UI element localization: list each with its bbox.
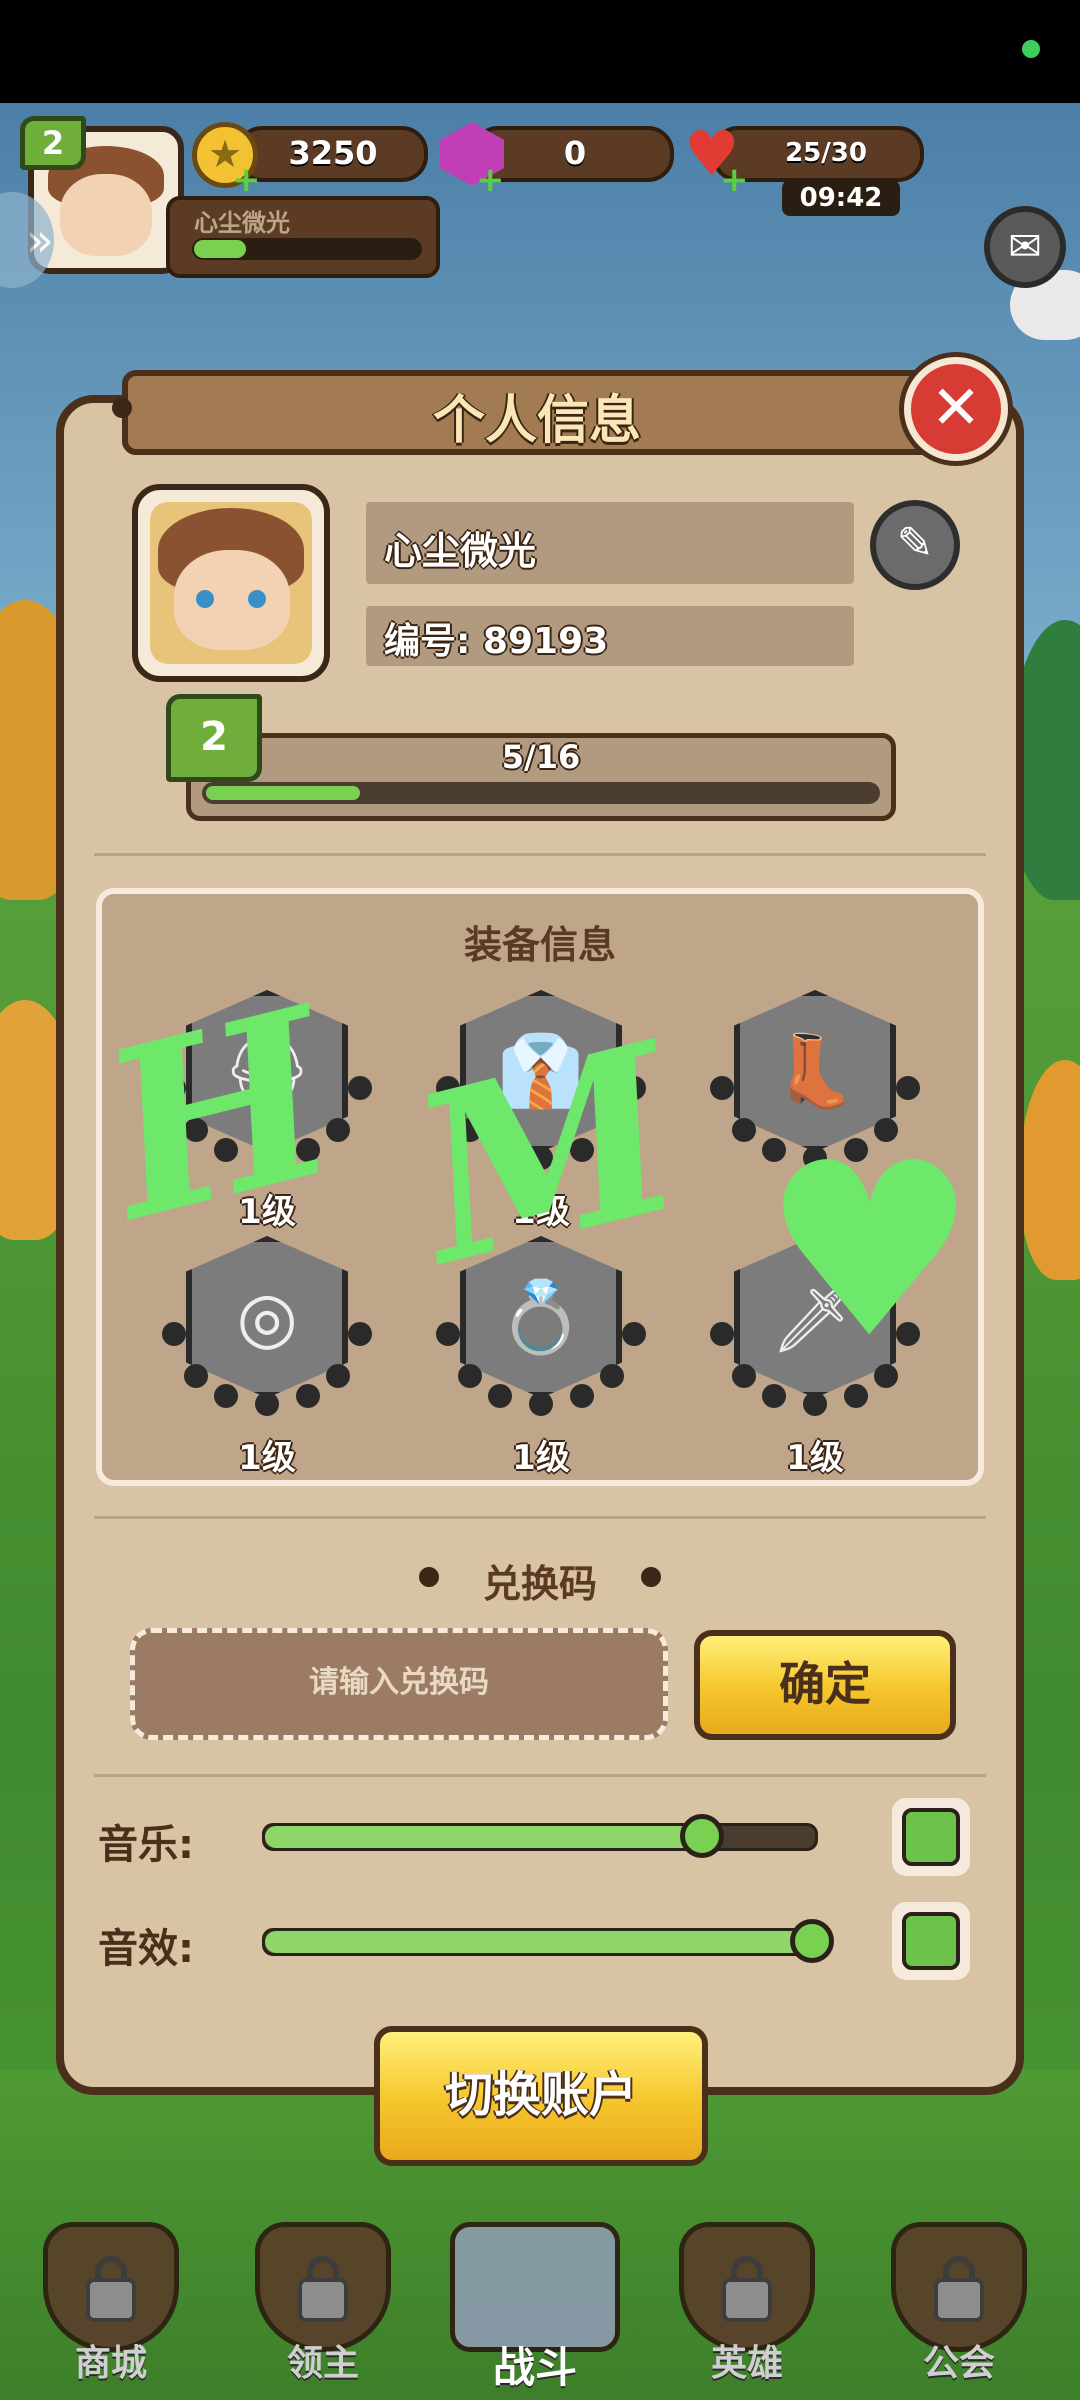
nav-label: 公会 [922, 2343, 995, 2384]
confirm-button[interactable]: 确定 [694, 1630, 956, 1740]
side-menu-arrow-icon[interactable]: » [0, 192, 54, 288]
add-energy-icon[interactable]: + [720, 160, 749, 200]
slot-bead [184, 1364, 208, 1388]
sfx-label: 音效: [98, 1926, 194, 1972]
sfx-slider-track[interactable] [262, 1928, 818, 1956]
gem-value: 0 [563, 134, 587, 172]
avatar-face [60, 174, 152, 256]
title-rivet [112, 398, 132, 418]
sfx-toggle-check [902, 1912, 960, 1970]
music-label: 音乐: [98, 1822, 194, 1868]
lock-icon [298, 2278, 348, 2322]
slot-bead [458, 1364, 482, 1388]
slot-bead [326, 1364, 350, 1388]
energy-value: 25/30 [785, 138, 867, 168]
slot-bead [529, 1392, 553, 1416]
profile-xp-fill [206, 786, 360, 800]
nav-item[interactable]: 公会 [884, 2216, 1034, 2384]
nav-item[interactable]: 商城 [36, 2216, 186, 2384]
nav-item[interactable]: 英雄 [672, 2216, 822, 2384]
divider-top [94, 853, 986, 856]
necklace-icon: ◎ [236, 1276, 298, 1358]
avatar-face [174, 550, 290, 650]
slot-bead [436, 1322, 460, 1346]
hud-level-badge: 2 [20, 116, 86, 170]
status-indicator [1022, 40, 1040, 58]
slot-bead [710, 1322, 734, 1346]
sfx-slider-fill [265, 1931, 815, 1953]
switch-account-button[interactable]: 切换账户 [374, 2026, 708, 2166]
nav-item[interactable]: 战斗 [450, 2216, 620, 2392]
hud-xp-track [192, 238, 422, 260]
slot-bead [622, 1322, 646, 1346]
equipment-slot-level: 1级 [786, 1438, 844, 1478]
add-gem-icon[interactable]: + [476, 160, 505, 200]
slot-bead [296, 1384, 320, 1408]
sfx-toggle[interactable] [892, 1902, 970, 1980]
lock-icon [722, 2278, 772, 2322]
hud-player-name: 心尘微光 [194, 209, 290, 237]
profile-name: 心尘微光 [384, 529, 537, 573]
nav-label: 英雄 [710, 2343, 783, 2384]
divider-middle [94, 1516, 986, 1519]
nav-label: 领主 [286, 2343, 359, 2384]
profile-xp-text: 5/16 [501, 738, 581, 776]
nav-item[interactable]: 领主 [248, 2216, 398, 2384]
sfx-slider-knob[interactable] [790, 1919, 834, 1963]
mail-icon[interactable]: ✉ [984, 206, 1066, 288]
slot-bead [348, 1076, 372, 1100]
slot-bead [710, 1076, 734, 1100]
lock-icon [86, 2278, 136, 2322]
add-gold-icon[interactable]: + [232, 160, 261, 200]
redeem-rivet-right [638, 1564, 664, 1590]
hud-xp-fill [194, 240, 246, 258]
music-slider-track[interactable] [262, 1823, 818, 1851]
status-bar [0, 0, 1080, 103]
watermark-heart-icon: ♥ [762, 1109, 978, 1391]
energy-timer: 09:42 [782, 180, 900, 216]
watermark-letter-m: M [391, 993, 704, 1317]
music-slider-fill [265, 1826, 705, 1848]
slot-bead [162, 1322, 186, 1346]
music-toggle-check [902, 1808, 960, 1866]
divider-bottom [94, 1774, 986, 1777]
music-slider-knob[interactable] [680, 1814, 724, 1858]
edit-name-button[interactable]: ✎ [870, 500, 960, 590]
close-button[interactable]: ✕ [904, 357, 1008, 461]
slot-bead [214, 1384, 238, 1408]
slot-bead [732, 1364, 756, 1388]
slot-bead [570, 1384, 594, 1408]
slot-bead [803, 1392, 827, 1416]
dialog-title: 个人信息 [432, 391, 641, 451]
slot-bead [255, 1392, 279, 1416]
equipment-slot-level: 1级 [238, 1438, 296, 1478]
music-toggle[interactable] [892, 1798, 970, 1876]
profile-id: 编号: 89193 [384, 621, 609, 662]
nav-label: 战斗 [492, 2343, 577, 2392]
profile-avatar[interactable] [132, 484, 330, 682]
lock-icon [934, 2278, 984, 2322]
slot-bead [348, 1322, 372, 1346]
gold-counter: 3250 [236, 126, 428, 182]
nav-label: 商城 [74, 2343, 147, 2384]
equipment-title: 装备信息 [463, 923, 616, 967]
equipment-slot-level: 1级 [512, 1438, 570, 1478]
crossed-swords-icon [450, 2222, 620, 2352]
slot-bead [600, 1364, 624, 1388]
avatar-eye-left [196, 590, 214, 608]
slot-bead [896, 1076, 920, 1100]
slot-bead [732, 1118, 756, 1142]
avatar-eye-right [248, 590, 266, 608]
gold-value: 3250 [288, 134, 378, 172]
redeem-code-input[interactable]: 请输入兑换码 [130, 1628, 668, 1740]
slot-bead [488, 1384, 512, 1408]
